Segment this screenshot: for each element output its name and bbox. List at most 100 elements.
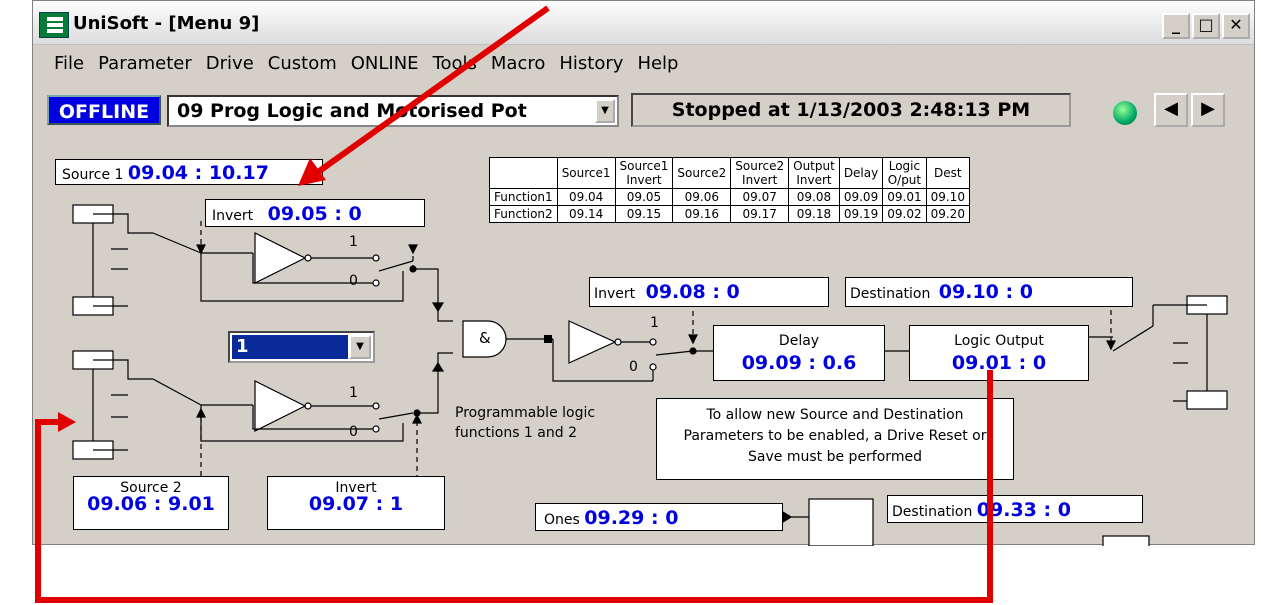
offline-button[interactable]: OFFLINE <box>47 95 161 125</box>
table-row: Function2 09.14 09.15 09.16 09.17 09.18 09.19 0… <box>489 205 970 223</box>
logic-output-field[interactable]: Logic Output 09.01 : 0 <box>909 325 1089 381</box>
table-header-cell: Source2 Invert <box>730 157 790 189</box>
table-cell: 09.18 <box>788 205 840 223</box>
destination2-field[interactable]: Destination 09.33 : 0 <box>887 495 1143 523</box>
ones-label: Ones <box>544 512 580 528</box>
invert1-value: 09.05 : 0 <box>267 203 362 225</box>
table-cell: 09.14 <box>556 205 616 223</box>
switch2-label-0: 0 <box>349 424 358 440</box>
ones-value: 09.29 : 0 <box>584 507 679 529</box>
table-cell: Function1 <box>489 188 558 206</box>
invert2-value: 09.07 : 1 <box>308 493 404 515</box>
function-select[interactable]: 1 ▼ <box>228 331 375 363</box>
delay-label: Delay <box>778 333 820 349</box>
source2-field[interactable]: Source 2 09.06 : 9.01 <box>73 476 229 530</box>
ones-field[interactable]: Ones 09.29 : 0 <box>535 503 783 531</box>
delay-field[interactable]: Delay 09.09 : 0.6 <box>713 325 885 381</box>
menu-drive[interactable]: Drive <box>199 51 261 81</box>
table-cell: 09.01 <box>882 188 927 206</box>
and-gate-symbol: & <box>479 329 491 347</box>
table-header-cell: Source1 Invert <box>614 157 674 189</box>
menu-select-value: 09 Prog Logic and Motorised Pot <box>177 100 527 122</box>
logic-output-label: Logic Output <box>954 333 1044 349</box>
table-cell: 09.19 <box>838 205 884 223</box>
logic-output-value: 09.01 : 0 <box>951 352 1047 374</box>
note-line-2: Parameters to be enabled, a Drive Reset … <box>683 428 987 444</box>
menu-bar: File Parameter Drive Custom ONLINE Tools… <box>33 51 1254 81</box>
note-line-1: To allow new Source and Destination <box>706 407 964 423</box>
window-title: UniSoft - [Menu 9] <box>73 13 260 34</box>
table-header-cell: Output Invert <box>788 157 840 189</box>
table-row: Function1 09.04 09.05 09.06 09.07 09.08 09.09 0… <box>489 188 970 206</box>
status-led-icon <box>1113 101 1137 125</box>
switch1-label-0: 0 <box>349 273 358 289</box>
reset-note: To allow new Source and Destination Para… <box>656 398 1014 480</box>
destination2-value: 09.33 : 0 <box>976 499 1071 521</box>
destination1-label: Destination <box>850 286 931 302</box>
table-cell: 09.20 <box>925 205 970 223</box>
switch2-label-1: 1 <box>349 385 358 401</box>
source1-label: Source 1 <box>62 167 124 183</box>
close-button[interactable]: ✕ <box>1222 13 1250 39</box>
menu-parameter[interactable]: Parameter <box>91 51 199 81</box>
unisoft-logo-icon <box>39 12 69 38</box>
table-cell: 09.08 <box>788 188 840 206</box>
menu-history[interactable]: History <box>552 51 630 81</box>
table-header-cell <box>489 157 558 189</box>
menu-custom[interactable]: Custom <box>261 51 344 81</box>
invert1-field[interactable]: Invert 09.05 : 0 <box>205 199 425 227</box>
toolbar: OFFLINE 09 Prog Logic and Motorised Pot … <box>33 89 1254 129</box>
table-cell: 09.15 <box>614 205 674 223</box>
app-window: UniSoft - [Menu 9] _ □ ✕ File Parameter … <box>32 0 1255 546</box>
switch1-label-1: 1 <box>349 234 358 250</box>
table-cell: 09.02 <box>882 205 927 223</box>
parameter-table: Source1 Source1 Invert Source2 Source2 Invert… <box>489 157 970 223</box>
switch3-label-0: 0 <box>629 359 638 375</box>
table-cell: Function2 <box>489 205 558 223</box>
prev-button[interactable]: ◀ <box>1154 93 1188 127</box>
status-field: Stopped at 1/13/2003 2:48:13 PM <box>631 93 1071 127</box>
invert2-field[interactable]: Invert 09.07 : 1 <box>267 476 445 530</box>
table-header-cell: Source1 <box>556 157 616 189</box>
source1-field[interactable]: Source 1 09.04 : 10.17 <box>55 159 323 185</box>
menu-macro[interactable]: Macro <box>484 51 552 81</box>
invert-output-label: Invert <box>594 286 636 302</box>
note-line-3: Save must be performed <box>748 449 922 465</box>
destination1-value: 09.10 : 0 <box>938 281 1033 303</box>
invert-output-value: 09.08 : 0 <box>645 281 740 303</box>
table-header-cell: Delay <box>838 157 884 189</box>
table-header-row: Source1 Source1 Invert Source2 Source2 Invert… <box>489 157 970 189</box>
table-cell: 09.16 <box>672 205 732 223</box>
table-cell: 09.17 <box>730 205 790 223</box>
menu-file[interactable]: File <box>47 51 91 81</box>
menu-tools[interactable]: Tools <box>426 51 484 81</box>
table-header-cell: Logic O/put <box>882 157 927 189</box>
destination2-label: Destination <box>892 504 973 520</box>
minimize-button[interactable]: _ <box>1162 13 1190 39</box>
source2-value: 09.06 : 9.01 <box>87 493 215 515</box>
function-select-value: 1 <box>232 335 348 359</box>
chevron-down-icon[interactable]: ▼ <box>595 99 615 123</box>
table-cell: 09.06 <box>672 188 732 206</box>
programmable-logic-caption: Programmable logic functions 1 and 2 <box>455 403 595 443</box>
menu-help[interactable]: Help <box>630 51 685 81</box>
invert1-label: Invert <box>212 208 254 224</box>
title-bar: UniSoft - [Menu 9] _ □ ✕ <box>33 1 1254 45</box>
next-button[interactable]: ▶ <box>1191 93 1225 127</box>
logic-diagram: Source 1 09.04 : 10.17 Invert 09.05 : 0 … <box>33 141 1254 546</box>
caption-line-1: Programmable logic <box>455 405 596 421</box>
table-cell: 09.09 <box>838 188 884 206</box>
table-cell: 09.10 <box>925 188 970 206</box>
menu-select[interactable]: 09 Prog Logic and Motorised Pot ▼ <box>167 95 619 127</box>
table-header-cell: Source2 <box>672 157 732 189</box>
delay-value: 09.09 : 0.6 <box>741 352 857 374</box>
table-cell: 09.04 <box>556 188 616 206</box>
destination1-field[interactable]: Destination 09.10 : 0 <box>845 277 1133 307</box>
table-cell: 09.07 <box>730 188 790 206</box>
maximize-button[interactable]: □ <box>1192 13 1220 39</box>
table-cell: 09.05 <box>614 188 674 206</box>
menu-online[interactable]: ONLINE <box>344 51 426 81</box>
chevron-down-icon[interactable]: ▼ <box>349 335 371 359</box>
source1-value: 09.04 : 10.17 <box>127 162 269 184</box>
invert-output-field[interactable]: Invert 09.08 : 0 <box>589 277 829 307</box>
